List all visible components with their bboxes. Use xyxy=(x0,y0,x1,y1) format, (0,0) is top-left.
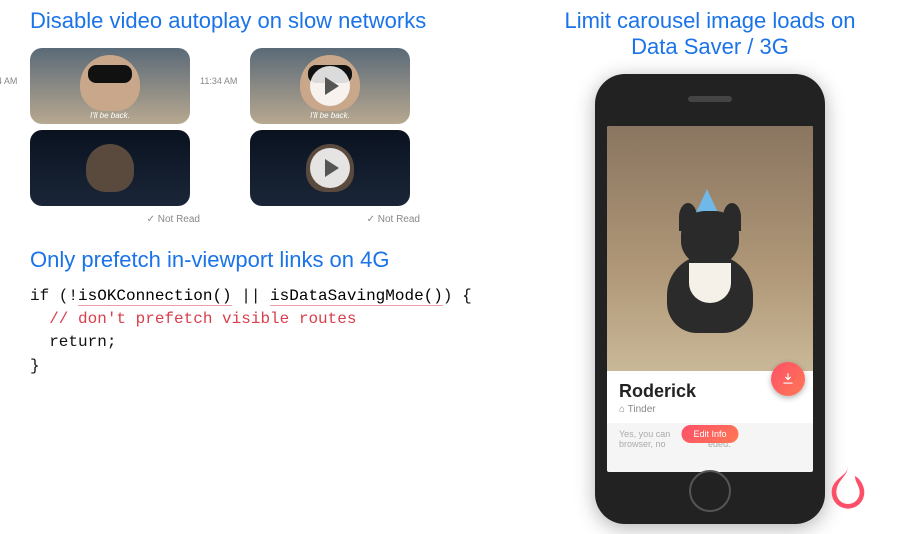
download-fab[interactable] xyxy=(771,362,805,396)
phone-screen: Roderick Tinder Yes, you can in your bro… xyxy=(607,126,813,472)
heading-autoplay: Disable video autoplay on slow networks xyxy=(30,8,500,34)
video-thumb-bottom-left xyxy=(30,130,190,206)
heading-prefetch: Only prefetch in-viewport links on 4G xyxy=(30,247,500,273)
chat-col-noautoplay: 11:34 AM I'll be back. Not Read xyxy=(250,48,450,225)
profile-source: Tinder xyxy=(619,404,801,415)
tinder-flame-icon xyxy=(820,462,876,518)
video-caption: I'll be back. xyxy=(90,111,130,120)
chat-comparison: 11:34 AM I'll be back. Not Read 11:34 AM… xyxy=(30,48,500,225)
play-icon[interactable] xyxy=(310,66,350,106)
heading-carousel: Limit carousel image loads on Data Saver… xyxy=(540,8,880,60)
video-thumb-top-left: I'll be back. xyxy=(30,48,190,124)
edit-info-button[interactable]: Edit Info xyxy=(681,425,738,443)
download-icon xyxy=(781,372,795,386)
timestamp: 11:34 AM xyxy=(200,76,237,86)
phone-frame: Roderick Tinder Yes, you can in your bro… xyxy=(595,74,825,524)
video-caption: I'll be back. xyxy=(310,111,350,120)
video-thumb-top-right: I'll be back. xyxy=(250,48,410,124)
profile-photo xyxy=(607,126,813,371)
read-status: Not Read xyxy=(30,214,230,225)
read-status: Not Read xyxy=(250,214,450,225)
play-icon[interactable] xyxy=(310,148,350,188)
profile-message: Yes, you can in your browser, no eded. E… xyxy=(607,423,813,455)
timestamp: 11:34 AM xyxy=(0,76,17,86)
video-thumb-bottom-right xyxy=(250,130,410,206)
chat-col-autoplay: 11:34 AM I'll be back. Not Read xyxy=(30,48,230,225)
code-block: if (!isOKConnection() || isDataSavingMod… xyxy=(30,285,500,378)
